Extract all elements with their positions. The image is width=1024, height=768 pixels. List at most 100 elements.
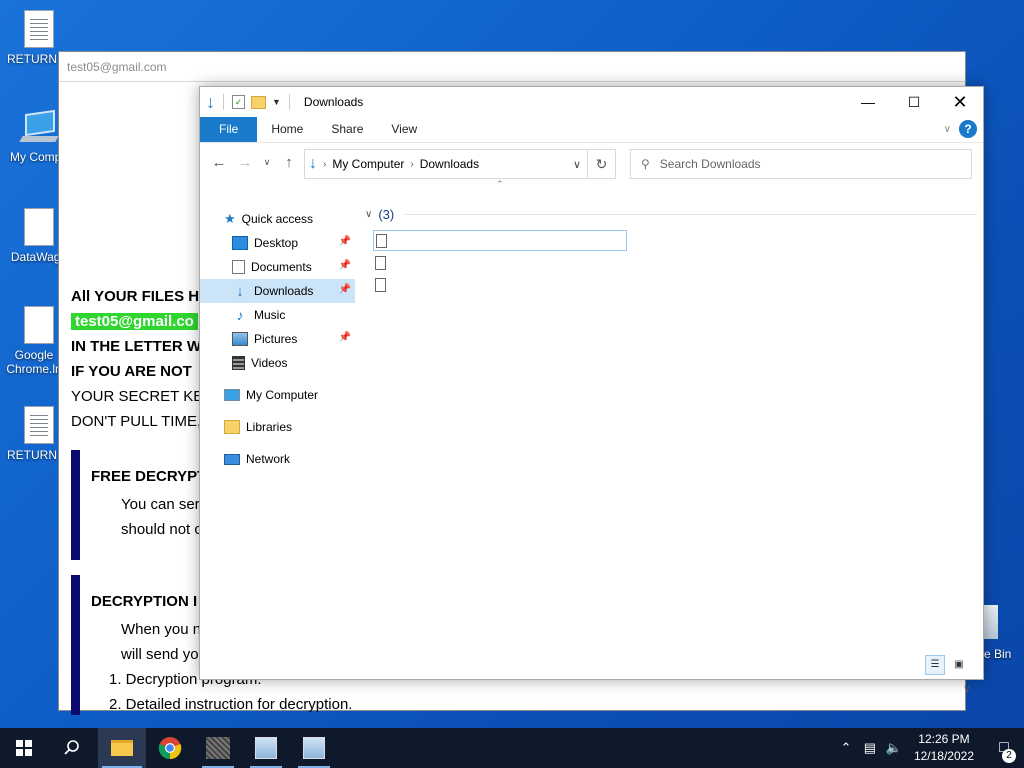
- videos-folder-icon: [232, 356, 245, 370]
- chevron-down-icon[interactable]: ∨: [365, 209, 372, 220]
- ribbon-tabs: File Home Share View ∨ ?: [200, 117, 983, 142]
- properties-icon[interactable]: ✓: [232, 95, 245, 109]
- recent-locations-button[interactable]: ∨: [258, 157, 276, 168]
- app-icon: [255, 737, 277, 759]
- chrome-icon: [158, 737, 182, 760]
- nav-label: Desktop: [254, 236, 299, 250]
- file-item[interactable]: [365, 252, 977, 273]
- tab-view[interactable]: View: [377, 117, 431, 142]
- navigation-pane: ★ Quick access Desktop 📌 Documents 📌 ↓ D…: [200, 207, 355, 471]
- notification-center-button[interactable]: □ 2: [984, 739, 1024, 763]
- group-count: (3): [378, 206, 395, 222]
- scroll-down-icon[interactable]: ∨: [963, 682, 971, 695]
- nav-pictures[interactable]: Pictures 📌: [200, 327, 355, 351]
- tab-home[interactable]: Home: [257, 117, 317, 142]
- file-explorer-window: ↓ ✓ ▼ Downloads — ☐ ✕ File Home Share Vi…: [199, 86, 984, 695]
- new-folder-icon[interactable]: [251, 95, 266, 109]
- nav-desktop[interactable]: Desktop 📌: [200, 231, 355, 255]
- pin-icon: 📌: [338, 284, 351, 295]
- file-item[interactable]: [365, 274, 977, 295]
- desktop-icon-recycle-bin[interactable]: e Bin: [984, 605, 1024, 661]
- clock[interactable]: 12:26 PM 12/18/2022: [914, 731, 974, 765]
- file-item[interactable]: [373, 230, 627, 251]
- file-group-header[interactable]: ∨ (3): [365, 205, 977, 223]
- address-row: ← → ∨ ↑ ↓ › My Computer › Downloads ∨ ↻ …: [200, 142, 983, 182]
- expand-ribbon-icon[interactable]: ∨: [944, 124, 951, 135]
- download-arrow-icon: ↓: [236, 282, 244, 300]
- refresh-button[interactable]: ↻: [587, 150, 615, 178]
- tab-file[interactable]: File: [200, 117, 258, 142]
- nav-documents[interactable]: Documents 📌: [200, 255, 355, 279]
- system-tray: ⌃ ▤ 🔈 12:26 PM 12/18/2022 □ 2: [834, 728, 1024, 768]
- close-button[interactable]: ✕: [937, 87, 983, 117]
- volume-icon[interactable]: 🔈: [882, 740, 906, 756]
- desktop-folder-icon: [232, 236, 248, 250]
- search-input[interactable]: Search Downloads: [660, 157, 761, 171]
- back-button[interactable]: ←: [206, 154, 232, 171]
- sort-caret-icon: ⌃: [496, 179, 504, 189]
- search-icon: ⚲: [641, 157, 650, 171]
- view-toggle: ☰ ▣: [925, 655, 969, 675]
- nav-label: Network: [246, 452, 291, 466]
- breadcrumb-downloads[interactable]: Downloads: [420, 157, 479, 171]
- document-icon: [24, 406, 54, 444]
- taskbar-file-explorer[interactable]: [98, 728, 146, 768]
- address-dropdown-icon[interactable]: ∨: [573, 158, 581, 171]
- chevron-right-icon[interactable]: ›: [323, 159, 326, 170]
- chevron-right-icon[interactable]: ›: [410, 159, 413, 170]
- nav-label: My Computer: [246, 388, 319, 402]
- minimize-button[interactable]: —: [845, 87, 891, 117]
- download-arrow-icon: ↓: [309, 155, 317, 172]
- taskbar-app-1[interactable]: [242, 728, 290, 768]
- nav-label: Music: [254, 308, 286, 322]
- document-icon: [24, 208, 54, 246]
- customize-toolbar-icon[interactable]: ▼: [272, 97, 281, 107]
- up-button[interactable]: ↑: [276, 154, 302, 171]
- nav-label: Libraries: [246, 420, 293, 434]
- forward-button[interactable]: →: [232, 154, 258, 171]
- start-button[interactable]: [0, 728, 48, 768]
- document-icon: [24, 10, 54, 48]
- nav-downloads[interactable]: ↓ Downloads 📌: [200, 279, 355, 303]
- taskbar-app-2[interactable]: [290, 728, 338, 768]
- file-list: ∨ (3): [365, 205, 977, 295]
- maximize-button[interactable]: ☐: [891, 87, 937, 117]
- quick-access-toolbar: ↓ ✓ ▼: [206, 92, 292, 113]
- clock-date: 12/18/2022: [913, 749, 974, 763]
- ribbon-right-controls: ∨ ?: [944, 120, 977, 138]
- document-icon: [24, 306, 54, 344]
- clock-time: 12:26 PM: [918, 732, 970, 746]
- star-icon: ★: [224, 211, 236, 226]
- documents-folder-icon: [232, 260, 245, 274]
- desktop-icon-label: e Bin: [984, 647, 1012, 661]
- taskbar-chrome[interactable]: [146, 728, 194, 768]
- help-icon[interactable]: ?: [959, 120, 977, 138]
- address-bar[interactable]: ↓ › My Computer › Downloads ∨ ↻: [304, 149, 616, 179]
- tab-share[interactable]: Share: [317, 117, 377, 142]
- app-icon: [303, 737, 325, 759]
- details-view-button[interactable]: ☰: [925, 655, 945, 675]
- large-icons-view-button[interactable]: ▣: [949, 655, 969, 675]
- breadcrumb-my-computer[interactable]: My Computer: [332, 157, 404, 171]
- nav-my-computer[interactable]: My Computer: [200, 383, 355, 407]
- nav-videos[interactable]: Videos: [200, 351, 355, 375]
- pin-icon: 📌: [338, 332, 351, 343]
- nav-music[interactable]: ♪ Music: [200, 303, 355, 327]
- recycle-bin-icon: [984, 605, 998, 639]
- window-controls: — ☐ ✕: [845, 87, 983, 117]
- note-email-highlight: test05@gmail.co: [71, 313, 198, 330]
- nav-libraries[interactable]: Libraries: [200, 415, 355, 439]
- nav-network[interactable]: Network: [200, 447, 355, 471]
- chevron-up-icon[interactable]: ⌃: [834, 740, 858, 756]
- window-title: Downloads: [303, 95, 364, 109]
- taskbar-app-noise[interactable]: [194, 728, 242, 768]
- explorer-title-bar[interactable]: ↓ ✓ ▼ Downloads — ☐ ✕: [200, 87, 983, 117]
- search-box[interactable]: ⚲ Search Downloads: [630, 149, 972, 179]
- nav-quick-access[interactable]: ★ Quick access: [200, 207, 355, 231]
- notification-count: 2: [1002, 749, 1016, 763]
- download-arrow-icon[interactable]: ↓: [206, 92, 215, 113]
- nav-label: Pictures: [254, 332, 298, 346]
- network-icon[interactable]: ▤: [858, 740, 882, 756]
- nav-label: Quick access: [241, 212, 314, 226]
- search-button[interactable]: [48, 728, 96, 768]
